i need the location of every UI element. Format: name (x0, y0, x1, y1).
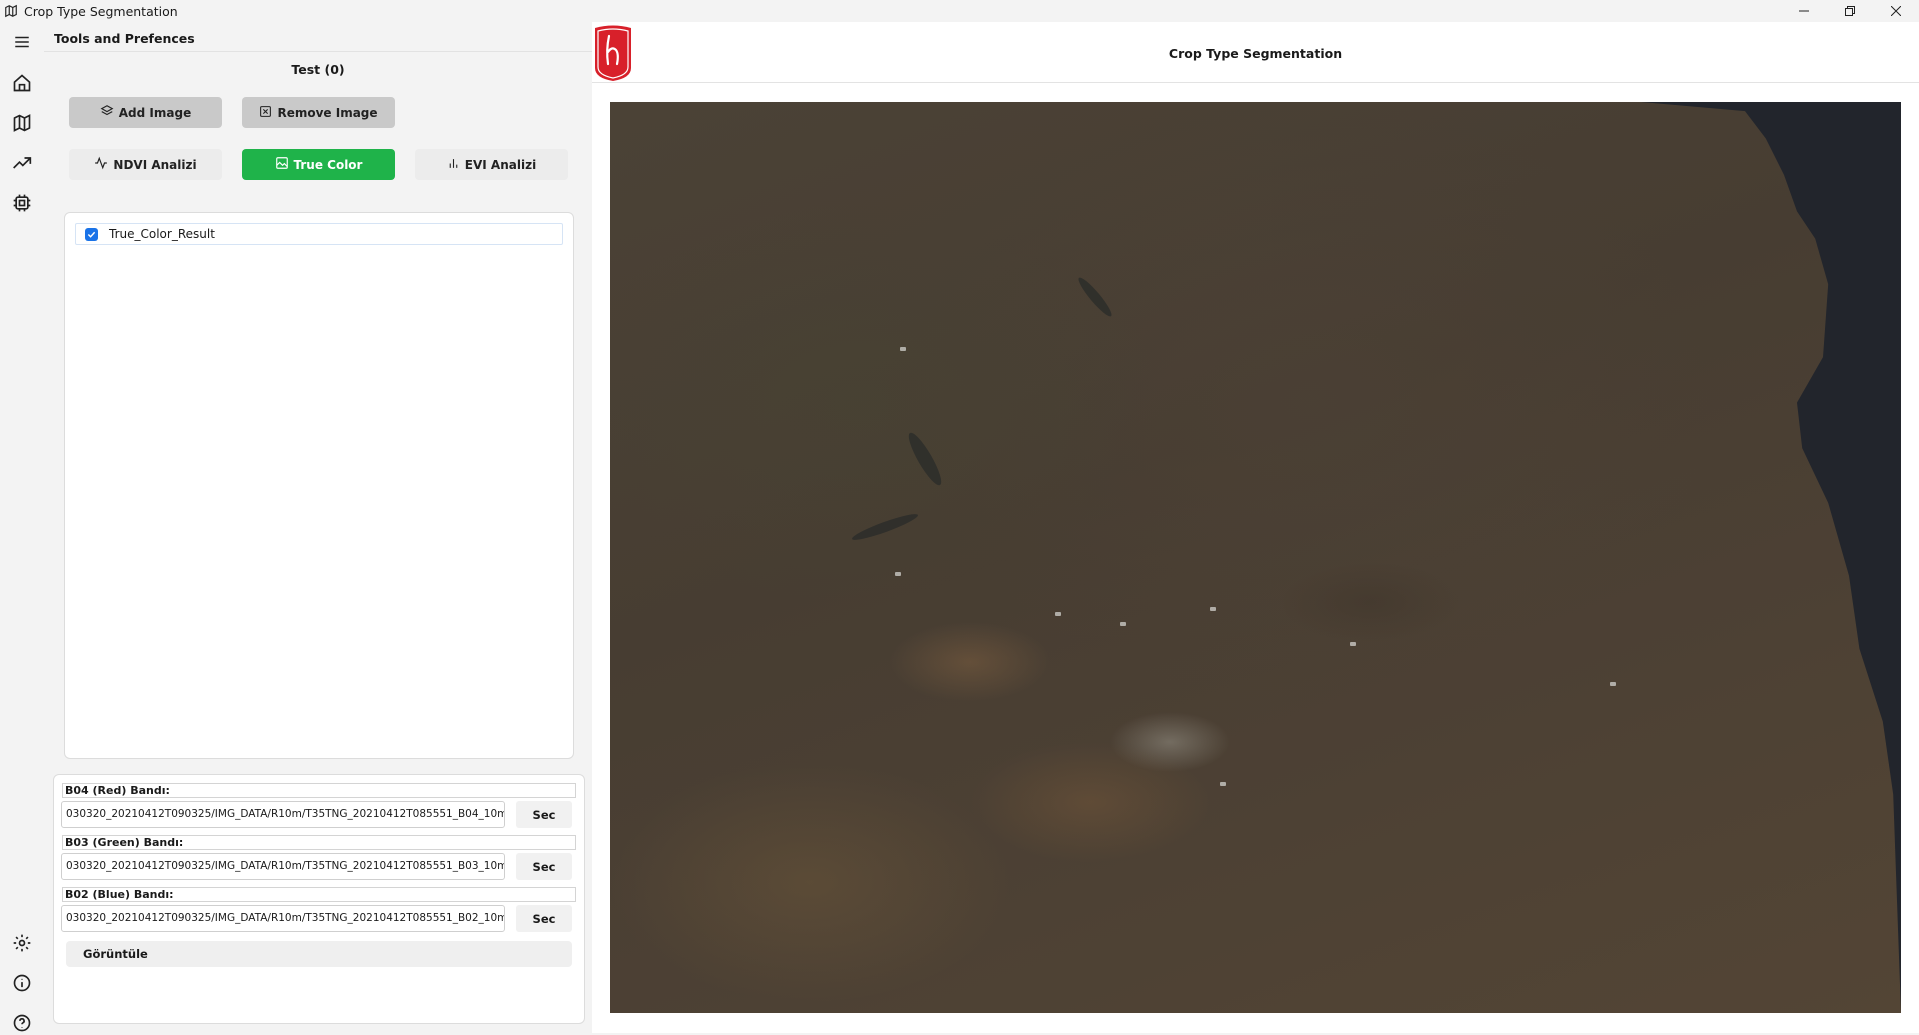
layer-checkbox[interactable] (85, 227, 98, 241)
title-bar: Crop Type Segmentation (0, 0, 1919, 22)
info-icon[interactable] (10, 971, 34, 995)
main-area: Crop Type Segmentation (592, 22, 1919, 1033)
map-icon (2, 2, 20, 20)
close-button[interactable] (1873, 0, 1919, 22)
layer-label: True_Color_Result (109, 227, 215, 241)
remove-image-label: Remove Image (277, 105, 378, 120)
add-image-label: Add Image (118, 105, 192, 120)
band-label-green: B03 (Green) Bandı: (62, 835, 576, 850)
tab-evi[interactable]: EVI Analizi (415, 149, 568, 180)
band-path-red-field[interactable]: 030320_20210412T090325/IMG_DATA/R10m/T35… (61, 801, 505, 828)
select-green-band-button[interactable]: Sec (516, 853, 572, 880)
select-blue-band-button[interactable]: Sec (516, 905, 572, 932)
chip-icon[interactable] (10, 191, 34, 215)
help-icon[interactable] (10, 1011, 34, 1035)
band-selection-group: B04 (Red) Bandı: 030320_20210412T090325/… (53, 774, 585, 1024)
view-button[interactable]: Görüntüle (66, 941, 572, 967)
settlement-speck (900, 347, 906, 351)
panel-header: Tools and Prefences (44, 22, 592, 52)
tab-true-color-label: True Color (293, 157, 363, 172)
band-path-blue-field[interactable]: 030320_20210412T090325/IMG_DATA/R10m/T35… (61, 905, 505, 932)
test-label: Test (0) (291, 62, 345, 77)
remove-image-button[interactable]: Remove Image (242, 97, 395, 128)
map-icon[interactable] (10, 111, 34, 135)
trending-up-icon[interactable] (10, 151, 34, 175)
image-icon (275, 156, 289, 173)
home-icon[interactable] (10, 71, 34, 95)
list-item[interactable]: True_Color_Result (75, 223, 563, 245)
tab-evi-label: EVI Analizi (464, 157, 537, 172)
minimize-button[interactable] (1781, 0, 1827, 22)
satellite-image-view[interactable] (610, 102, 1901, 1013)
settlement-speck (1210, 607, 1216, 611)
window-title: Crop Type Segmentation (24, 3, 178, 19)
layers-icon (100, 104, 114, 121)
restore-button[interactable] (1827, 0, 1873, 22)
settlement-speck (1610, 682, 1616, 686)
settlement-speck (1055, 612, 1061, 616)
menu-icon[interactable] (10, 30, 34, 54)
settlement-speck (1220, 782, 1226, 786)
band-path-green-field[interactable]: 030320_20210412T090325/IMG_DATA/R10m/T35… (61, 853, 505, 880)
main-header: Crop Type Segmentation (592, 22, 1919, 83)
gear-icon[interactable] (10, 931, 34, 955)
band-label-red: B04 (Red) Bandı: (62, 783, 576, 798)
layer-list: True_Color_Result (64, 212, 574, 759)
settlement-speck (1120, 622, 1126, 626)
tools-panel: Tools and Prefences Test (0) Add Image R… (44, 22, 592, 1033)
page-title: Crop Type Segmentation (1168, 46, 1343, 61)
add-image-button[interactable]: Add Image (69, 97, 222, 128)
bar-chart-icon (447, 157, 460, 173)
settlement-speck (895, 572, 901, 576)
nav-rail (0, 22, 44, 1033)
settlement-speck (1350, 642, 1356, 646)
activity-icon (94, 156, 108, 173)
reservoir-shape (1075, 274, 1115, 320)
select-red-band-button[interactable]: Sec (516, 801, 572, 828)
reservoir-shape (903, 429, 947, 489)
sea-area (1641, 102, 1901, 1013)
tab-ndvi[interactable]: NDVI Analizi (69, 149, 222, 180)
tab-ndvi-label: NDVI Analizi (113, 157, 197, 172)
remove-box-icon (259, 105, 272, 121)
band-label-blue: B02 (Blue) Bandı: (62, 887, 576, 902)
reservoir-shape (850, 510, 920, 544)
tab-true-color[interactable]: True Color (242, 149, 395, 180)
